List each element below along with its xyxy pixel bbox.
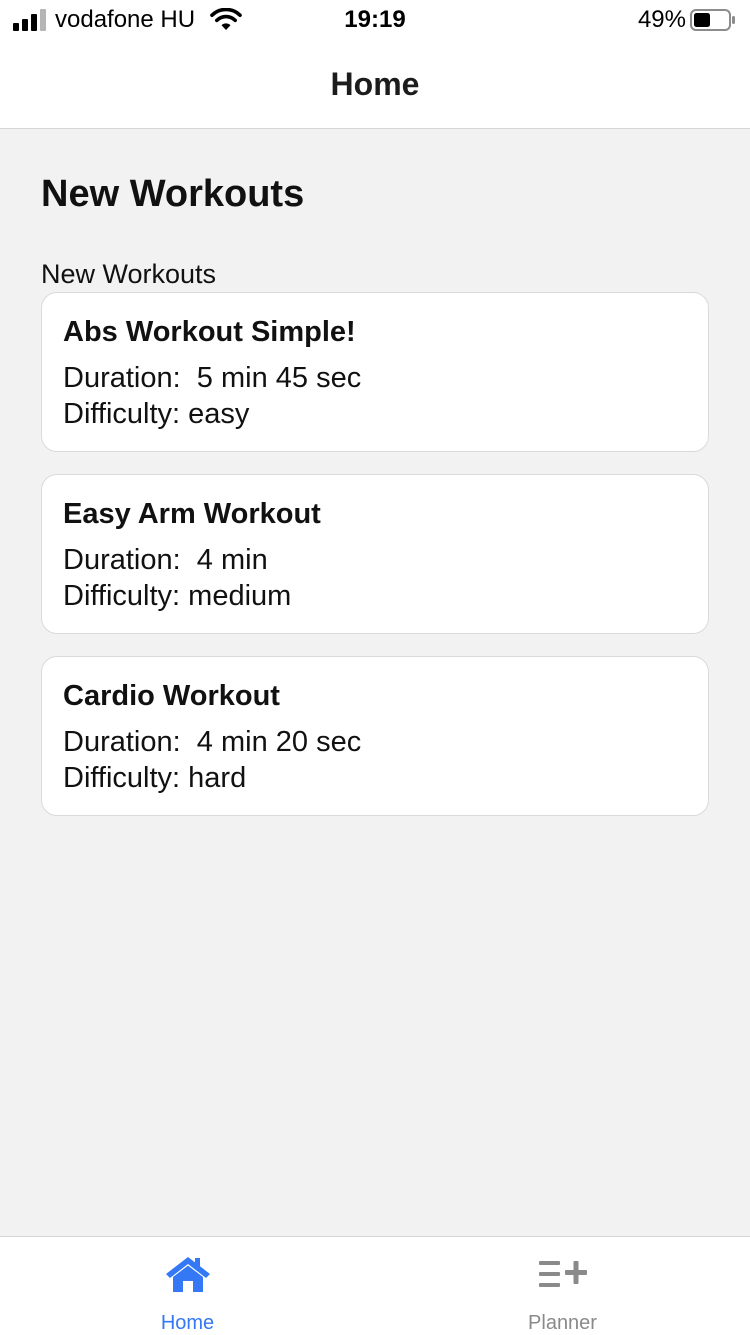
workout-title: Easy Arm Workout — [63, 498, 321, 530]
tab-planner-label: Planner — [528, 1312, 597, 1334]
workout-title: Abs Workout Simple! — [63, 316, 356, 348]
tab-bar: Home Planner — [0, 1236, 750, 1335]
battery-percent: 49% — [637, 6, 686, 33]
workout-difficulty: Difficulty: hard — [63, 762, 247, 794]
battery-fill — [694, 13, 710, 27]
status-bar: vodafone HU 19:19 49% — [0, 0, 750, 40]
nav-header: Home — [0, 40, 750, 129]
main-content[interactable]: New Workouts New Workouts Abs Workout Si… — [0, 129, 750, 1235]
workout-card-abs[interactable]: Abs Workout Simple! Duration: 5 min 45 s… — [41, 292, 709, 452]
workout-duration: Duration: 4 min — [63, 544, 268, 576]
workout-duration: Duration: 4 min 20 sec — [63, 726, 362, 758]
battery-icon — [690, 9, 735, 31]
section-heading: New Workouts — [41, 173, 305, 215]
tab-home[interactable]: Home — [0, 1237, 375, 1335]
workout-title: Cardio Workout — [63, 680, 280, 712]
tab-planner[interactable]: Planner — [375, 1237, 750, 1335]
tab-home-label: Home — [160, 1312, 215, 1334]
workout-list: Abs Workout Simple! Duration: 5 min 45 s… — [41, 292, 709, 838]
workout-difficulty: Difficulty: easy — [63, 398, 250, 430]
planner-add-icon — [538, 1261, 587, 1287]
workout-card-arm[interactable]: Easy Arm Workout Duration: 4 min Difficu… — [41, 474, 709, 634]
section-label: New Workouts — [41, 259, 217, 289]
page-title: Home — [330, 66, 420, 102]
workout-card-cardio[interactable]: Cardio Workout Duration: 4 min 20 sec Di… — [41, 656, 709, 816]
workout-difficulty: Difficulty: medium — [63, 580, 292, 612]
home-icon — [165, 1257, 210, 1292]
workout-duration: Duration: 5 min 45 sec — [63, 362, 362, 394]
